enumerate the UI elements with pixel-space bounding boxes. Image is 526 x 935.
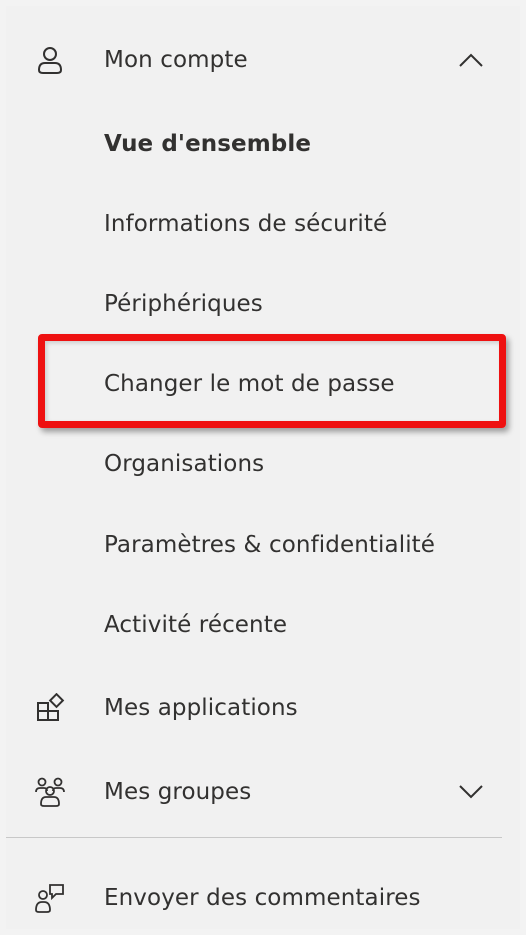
nav-my-apps-label: Mes applications bbox=[104, 695, 298, 721]
nav-item-label: Paramètres & confidentialité bbox=[104, 532, 436, 558]
nav-my-account[interactable]: Mon compte bbox=[6, 30, 520, 90]
person-icon bbox=[34, 44, 66, 76]
nav-my-apps[interactable]: Mes applications bbox=[6, 678, 520, 738]
nav-item-security-info[interactable]: Informations de sécurité bbox=[6, 194, 520, 254]
highlight-box bbox=[38, 334, 506, 428]
nav-item-label: Périphériques bbox=[104, 291, 263, 317]
chevron-down-icon[interactable] bbox=[456, 777, 486, 807]
nav-item-label: Vue d'ensemble bbox=[104, 131, 312, 157]
nav-item-organizations[interactable]: Organisations bbox=[6, 434, 520, 494]
chevron-up-icon[interactable] bbox=[456, 45, 486, 75]
nav-send-feedback[interactable]: Envoyer des commentaires bbox=[6, 868, 520, 928]
groups-icon bbox=[34, 776, 66, 808]
nav-my-account-label: Mon compte bbox=[104, 47, 248, 73]
apps-icon bbox=[34, 692, 66, 724]
nav-my-groups[interactable]: Mes groupes bbox=[6, 762, 520, 822]
nav-send-feedback-label: Envoyer des commentaires bbox=[104, 885, 421, 911]
nav-item-label: Organisations bbox=[104, 451, 265, 477]
nav-item-devices[interactable]: Périphériques bbox=[6, 274, 520, 334]
feedback-icon bbox=[34, 882, 66, 914]
nav-item-label: Informations de sécurité bbox=[104, 211, 388, 237]
nav-item-overview[interactable]: Vue d'ensemble bbox=[6, 114, 520, 174]
divider bbox=[6, 837, 502, 838]
account-nav-panel: Mon compte Vue d'ensemble Informations d… bbox=[6, 6, 520, 929]
nav-item-label: Activité récente bbox=[104, 612, 288, 638]
nav-item-settings-privacy[interactable]: Paramètres & confidentialité bbox=[6, 515, 520, 575]
nav-item-recent-activity[interactable]: Activité récente bbox=[6, 595, 520, 655]
nav-my-groups-label: Mes groupes bbox=[104, 779, 252, 805]
